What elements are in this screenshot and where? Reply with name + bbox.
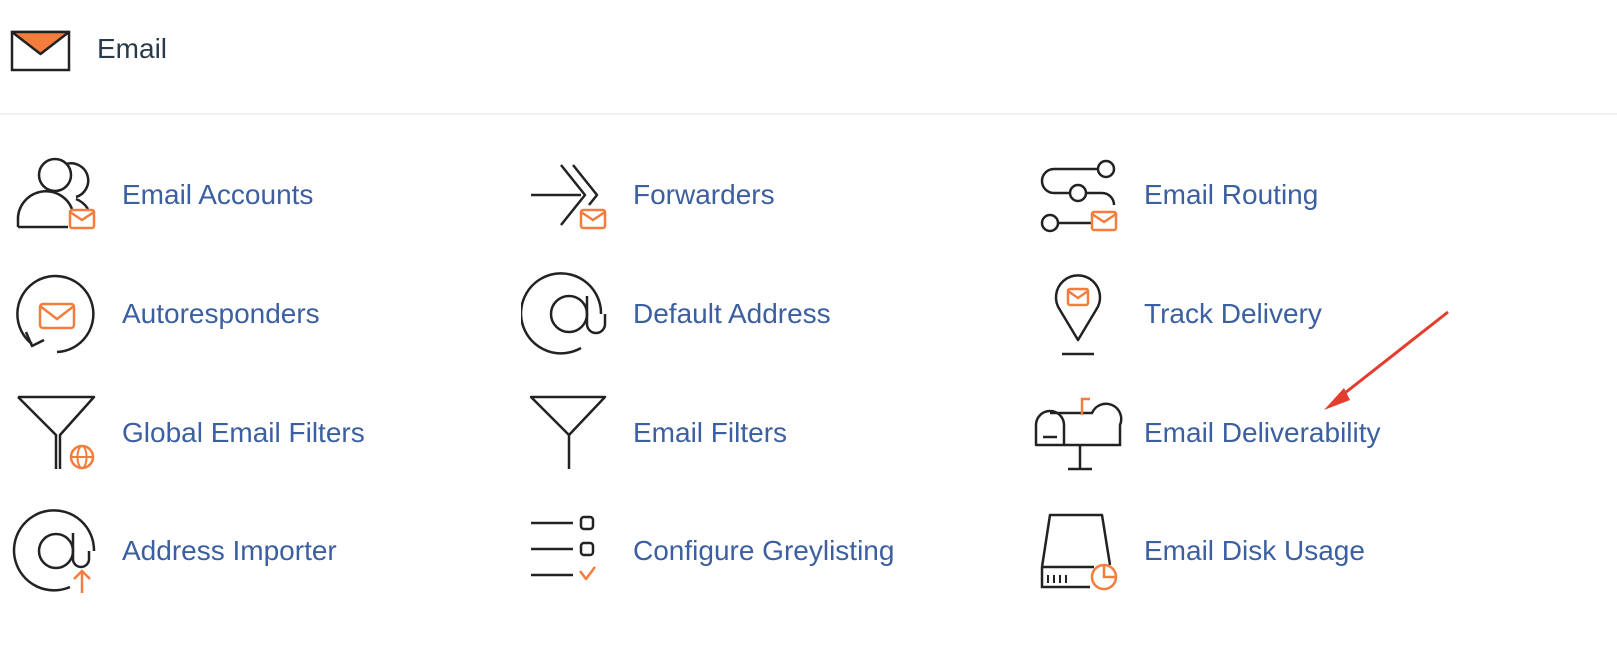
email-disk-usage-link[interactable]: Email Disk Usage [1032,503,1532,603]
configure-greylisting-link[interactable]: Configure Greylisting [521,503,1021,603]
user-mail-icon [10,147,110,247]
autoresponder-icon [10,266,110,366]
location-pin-icon [1032,266,1132,366]
annotation-arrow [1300,300,1470,430]
email-section-panel: Email Email Accounts Forwarders Email Ro… [0,0,1617,647]
email-filters-link[interactable]: Email Filters [521,385,1021,485]
configure-greylisting-label[interactable]: Configure Greylisting [633,532,894,570]
email-accounts-label[interactable]: Email Accounts [122,176,313,214]
email-filters-label[interactable]: Email Filters [633,414,787,452]
forward-arrows-icon [521,147,621,247]
routing-icon [1032,147,1132,247]
forwarders-label[interactable]: Forwarders [633,176,775,214]
disk-pie-icon [1032,503,1132,603]
default-address-link[interactable]: Default Address [521,266,1021,366]
forwarders-link[interactable]: Forwarders [521,147,1021,247]
funnel-globe-icon [10,385,110,485]
email-disk-usage-label[interactable]: Email Disk Usage [1144,532,1365,570]
section-header: Email [0,0,1617,115]
email-routing-label[interactable]: Email Routing [1144,176,1318,214]
envelope-icon [10,28,72,74]
section-title: Email [97,33,168,64]
email-routing-link[interactable]: Email Routing [1032,147,1532,247]
autoresponders-label[interactable]: Autoresponders [122,295,320,333]
default-address-label[interactable]: Default Address [633,295,831,333]
global-email-filters-label[interactable]: Global Email Filters [122,414,365,452]
mailbox-icon [1032,385,1132,485]
global-email-filters-link[interactable]: Global Email Filters [10,385,510,485]
funnel-icon [521,385,621,485]
checklist-icon [521,503,621,603]
autoresponders-link[interactable]: Autoresponders [10,266,510,366]
track-delivery-label[interactable]: Track Delivery [1144,295,1322,333]
email-accounts-link[interactable]: Email Accounts [10,147,510,247]
at-sign-icon [521,266,621,366]
at-import-icon [10,503,110,603]
address-importer-label[interactable]: Address Importer [122,532,337,570]
address-importer-link[interactable]: Address Importer [10,503,510,603]
